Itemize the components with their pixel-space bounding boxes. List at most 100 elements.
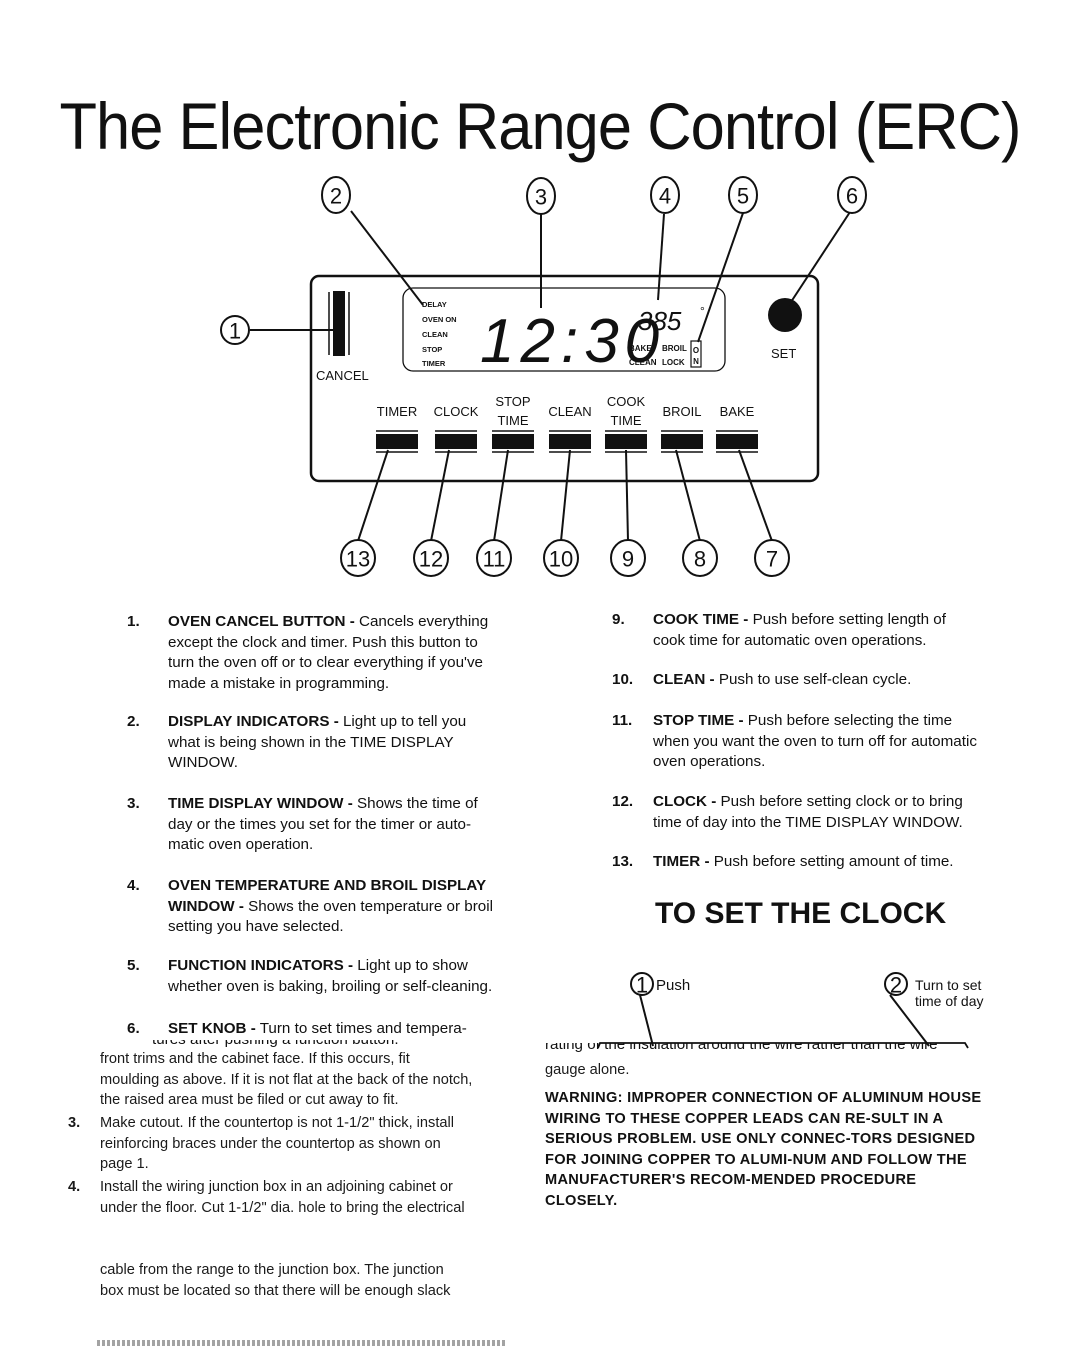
step-2-callout: 2 [884, 972, 908, 998]
button-label-line1: STOP [495, 394, 530, 409]
legend-item-heading-cont: WINDOW - [168, 897, 244, 915]
legend-item-line: setting you have selected. [168, 918, 344, 935]
function-indicator-clean: CLEAN [629, 358, 657, 367]
callout-12: 12 [413, 449, 450, 577]
legend-item-number: 5. [127, 957, 140, 974]
function-button-clock[interactable]: CLOCK [434, 404, 479, 453]
legend-item-number: 12. [612, 793, 634, 810]
legend-item-number: 9. [612, 611, 625, 628]
button-label: CLOCK [434, 404, 479, 419]
function-button-broil[interactable]: BROIL [661, 404, 703, 453]
button-label: BAKE [720, 404, 755, 419]
callout-13: 13 [340, 449, 389, 577]
cancel-button[interactable] [328, 291, 350, 356]
step-4-line: under the floor. Cut 1-1/2" dia. hole to… [100, 1199, 465, 1216]
step-4-line: Install the wiring junction box in an ad… [100, 1179, 453, 1195]
button-label: TIMER [377, 404, 417, 419]
item-6-cutoff-text: tures after pushing a function button. [152, 1040, 532, 1048]
legend-item-line: Push before setting clock or to bring [716, 793, 963, 810]
callout-5: 5 [697, 176, 758, 343]
bottom-callouts: 13 12 11 10 9 8 7 [340, 449, 790, 577]
step-2-label-line1: Turn to set [915, 977, 982, 993]
svg-text:9: 9 [622, 547, 634, 572]
svg-text:7: 7 [766, 547, 778, 572]
legend-item-text: DISPLAY INDICATORS - Light up to tell yo… [168, 712, 466, 774]
button-label-line1: COOK [607, 394, 646, 409]
indicator-stop: STOP [422, 345, 442, 354]
legend-item-heading: SET KNOB - [168, 1020, 256, 1037]
legend-item-number: 2. [127, 713, 140, 730]
garbled-footer-text [97, 1340, 507, 1346]
function-button-timer[interactable]: TIMER [376, 404, 418, 453]
legend-item-line: Push before setting length of [748, 611, 946, 628]
callout-4: 4 [650, 176, 680, 301]
function-button-clean[interactable]: CLEAN [548, 404, 592, 453]
function-indicator-lock: LOCK [662, 358, 685, 367]
legend-item-line: WINDOW. [168, 754, 239, 771]
step-4-number: 4. [68, 1179, 81, 1195]
svg-text:8: 8 [694, 547, 706, 572]
install-text-line: the raised area must be filed or cut awa… [100, 1092, 399, 1108]
indicator-oven-on: OVEN ON [422, 315, 457, 324]
function-button-bake[interactable]: BAKE [716, 404, 758, 453]
legend-item-line: when you want the oven to turn off for a… [653, 732, 977, 750]
legend-item-line: what is being shown in the TIME DISPLAY [168, 733, 454, 751]
legend-item-heading: TIMER - [653, 853, 710, 870]
legend-item-line: made a mistake in programming. [168, 674, 390, 692]
svg-text:1: 1 [229, 319, 241, 344]
set-knob[interactable] [768, 298, 802, 332]
legend-item-number: 1. [127, 613, 140, 630]
indicator-timer: TIMER [422, 359, 446, 368]
function-button-cook-time[interactable]: COOK TIME [605, 394, 647, 453]
step-2-label-line2: time of day [915, 993, 983, 1009]
legend-item-line: whether oven is baking, broiling or self… [168, 977, 493, 995]
install-cont-line: box must be located so that there will b… [100, 1282, 451, 1299]
callout-1: 1 [220, 315, 333, 345]
legend-item-number: 3. [127, 795, 140, 812]
svg-text:5: 5 [737, 184, 749, 209]
svg-text:1: 1 [636, 973, 648, 998]
legend-item-number: 13. [612, 853, 634, 870]
svg-text:6: 6 [846, 184, 858, 209]
legend-item-text: FUNCTION INDICATORS - Light up to show wh… [168, 956, 492, 997]
set-clock-heading: TO SET THE CLOCK [655, 897, 947, 930]
partial-text-line: rating of the insulation around the wire… [545, 1043, 995, 1057]
legend-item-heading: CLEAN - [653, 671, 715, 688]
legend-item-line: Shows the time of [352, 795, 478, 812]
legend-item-heading: FUNCTION INDICATORS - [168, 957, 354, 974]
install-text-line: front trims and the cabinet face. If thi… [100, 1051, 410, 1067]
button-label-line2: TIME [610, 413, 641, 428]
legend-item-heading: OVEN TEMPERATURE AND BROIL DISPLAY [168, 877, 487, 894]
lock-on-label: O [693, 346, 699, 355]
step-1-label: Push [656, 977, 690, 994]
gauge-alone-text: gauge alone. [545, 1062, 630, 1078]
callout-8: 8 [675, 449, 718, 577]
svg-text:2: 2 [330, 184, 342, 209]
step-3-line: reinforcing braces under the countertop … [100, 1135, 441, 1152]
svg-text:10: 10 [549, 547, 573, 572]
svg-text:4: 4 [659, 184, 671, 209]
legend-item-text: STOP TIME - Push before selecting the ti… [653, 711, 977, 773]
erc-panel-diagram: CANCEL DELAY OVEN ON CLEAN STOP TIMER 12… [220, 176, 867, 577]
legend-item-number: 10. [612, 671, 634, 688]
legend-item-line: Push before setting amount of time. [709, 853, 954, 870]
legend-item-text: TIME DISPLAY WINDOW - Shows the time of d… [168, 794, 478, 856]
function-indicator-bake: BAKE [629, 344, 652, 353]
svg-text:11: 11 [483, 547, 506, 572]
legend-item-line: oven operations. [653, 753, 766, 770]
legend-item-line: Turn to set times and tempera- [255, 1020, 467, 1037]
step-1-callout: 1 [630, 972, 654, 998]
legend-item-number: 6. [127, 1020, 140, 1037]
legend-item-heading: COOK TIME - [653, 611, 749, 628]
callout-6: 6 [788, 176, 867, 306]
install-cont-line: cable from the range to the junction box… [100, 1262, 444, 1278]
legend-item-heading: STOP TIME - [653, 712, 744, 729]
step-3-line: page 1. [100, 1156, 149, 1172]
install-text-line: moulding as above. If it is not flat at … [100, 1071, 473, 1088]
function-button-stop-time[interactable]: STOP TIME [492, 394, 534, 453]
degree-symbol: ° [700, 304, 705, 318]
cancel-label: CANCEL [316, 368, 369, 383]
display-indicators: DELAY OVEN ON CLEAN STOP TIMER [422, 300, 457, 368]
temperature-display: 385 [638, 306, 682, 336]
legend-item-line: cook time for automatic oven operations. [653, 631, 927, 649]
